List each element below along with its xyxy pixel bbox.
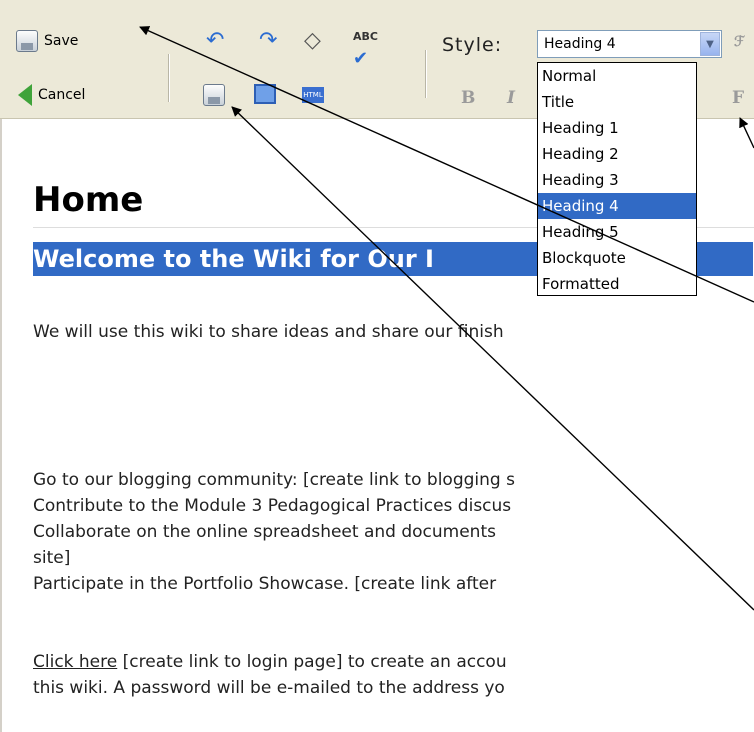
style-option[interactable]: Blockquote [538, 245, 696, 271]
toolbar-separator [168, 54, 170, 102]
arrow-to-style [739, 117, 754, 149]
font-size-icon[interactable]: ℱ [734, 34, 745, 50]
style-option[interactable]: Heading 1 [538, 115, 696, 141]
list-item: Collaborate on the online spreadsheet an… [33, 522, 496, 542]
redo-icon[interactable]: ↷ [259, 30, 277, 52]
eraser-icon[interactable]: ◇ [304, 30, 321, 52]
page-title: Home [33, 180, 144, 220]
cancel-button[interactable]: Cancel [18, 84, 85, 106]
list-item: site] [33, 548, 71, 568]
style-dropdown-list: Normal Title Heading 1 Heading 2 Heading 3 He… [537, 62, 697, 296]
style-option[interactable]: Heading 3 [538, 167, 696, 193]
cancel-label: Cancel [38, 87, 86, 103]
style-select[interactable]: Heading 4 ▼ [537, 30, 722, 58]
spellcheck-icon[interactable]: ABC ✔ [353, 26, 378, 72]
login-paragraph-line2: this wiki. A password will be e-mailed t… [33, 678, 505, 698]
save-label: Save [44, 33, 79, 49]
list-item: Participate in the Portfolio Showcase. [… [33, 574, 497, 594]
list-item: Contribute to the Module 3 Pedagogical P… [33, 496, 512, 516]
style-label: Style: [442, 34, 503, 56]
login-text: [create link to login page] to create an… [117, 652, 507, 672]
intro-paragraph: We will use this wiki to share ideas and… [33, 322, 504, 342]
bold-icon[interactable]: B [461, 88, 475, 108]
style-option[interactable]: Title [538, 89, 696, 115]
save-local-icon[interactable] [203, 84, 225, 106]
style-option[interactable]: Heading 5 [538, 219, 696, 245]
save-button[interactable]: Save [16, 30, 78, 52]
italic-icon[interactable]: I [507, 88, 515, 108]
font-color-icon[interactable]: F [732, 88, 744, 108]
html-icon[interactable]: HTML [302, 87, 324, 103]
login-paragraph: Click here [create link to login page] t… [33, 652, 507, 672]
save-disk-icon [16, 30, 38, 52]
toolbar-separator [425, 50, 427, 98]
chevron-down-icon[interactable]: ▼ [700, 32, 720, 56]
style-select-value: Heading 4 [544, 36, 616, 52]
back-arrow-icon [18, 84, 32, 106]
undo-icon[interactable]: ↶ [206, 30, 224, 52]
monitor-icon[interactable] [254, 84, 276, 104]
click-here-link[interactable]: Click here [33, 652, 117, 672]
style-option[interactable]: Heading 2 [538, 141, 696, 167]
style-option[interactable]: Heading 4 [538, 193, 696, 219]
style-option[interactable]: Formatted [538, 271, 696, 297]
list-item: Go to our blogging community: [create li… [33, 470, 515, 490]
heading-text: Welcome to the Wiki for Our I [33, 245, 434, 273]
style-option[interactable]: Normal [538, 63, 696, 89]
